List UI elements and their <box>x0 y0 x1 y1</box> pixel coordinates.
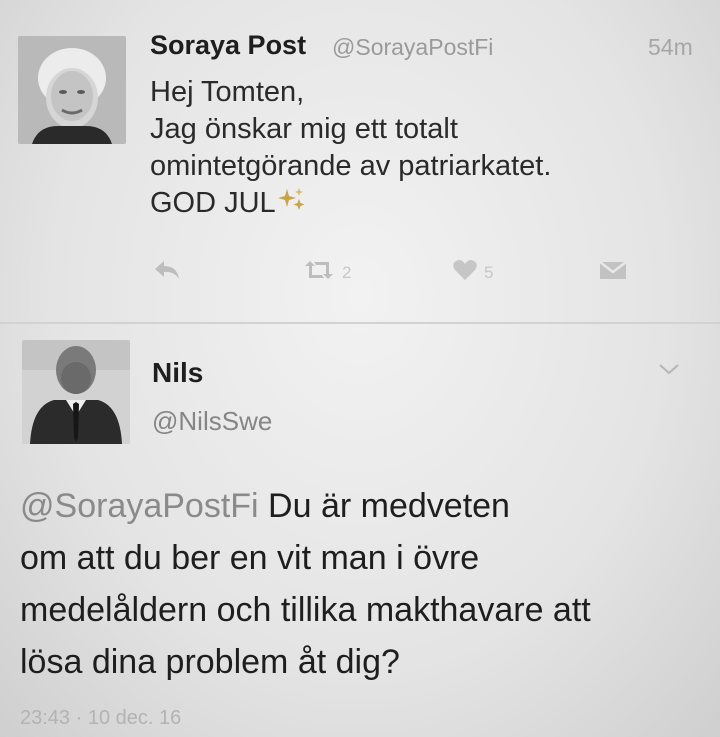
tweet-line: @SorayaPostFi Du är medveten <box>20 480 710 532</box>
mention-link[interactable]: @SorayaPostFi <box>20 487 259 525</box>
tweet-line: GOD JUL <box>150 187 276 219</box>
tweet-soraya: Soraya Post @SorayaPostFi 54m Hej Tomten… <box>0 0 720 325</box>
retweet-count: 2 <box>342 262 352 282</box>
screenshot: Soraya Post @SorayaPostFi 54m Hej Tomten… <box>0 0 720 737</box>
tweet-line: lösa dina problem åt dig? <box>20 643 400 681</box>
tweet-divider <box>0 322 720 324</box>
tweet-line-text: Du är medveten <box>258 487 510 525</box>
tweet-line-last: GOD JUL <box>150 185 690 223</box>
author-name[interactable]: Nils <box>152 357 203 389</box>
tweet-line: omintetgörande av patriarkatet. <box>150 150 552 182</box>
tweet-timestamp[interactable]: 23:43 · 10 dec. 16 <box>20 707 181 730</box>
dm-button[interactable] <box>598 258 628 287</box>
author-handle[interactable]: @NilsSwe <box>152 406 272 437</box>
like-button[interactable]: 5 <box>452 258 493 287</box>
tweet-actions: 2 5 <box>0 258 720 298</box>
tweet-line: Jag önskar mig ett totalt <box>150 113 458 145</box>
avatar[interactable] <box>18 36 126 144</box>
tweet-line: om att du ber en vit man i övre <box>20 539 480 577</box>
retweet-icon <box>302 258 336 287</box>
tweet-text: Hej Tomten, Jag önskar mig ett totalt om… <box>150 74 690 223</box>
tweet-line: Hej Tomten, <box>150 76 305 108</box>
author-handle[interactable]: @SorayaPostFi <box>332 34 493 61</box>
chevron-down-icon[interactable] <box>658 362 680 381</box>
reply-icon <box>152 258 182 287</box>
avatar[interactable] <box>22 340 130 444</box>
retweet-button[interactable]: 2 <box>302 258 351 287</box>
tweet-line: medelåldern och tillika makthavare att <box>20 591 591 629</box>
like-count: 5 <box>484 262 494 282</box>
tweet-time[interactable]: 54m <box>648 34 693 61</box>
heart-icon <box>452 258 478 287</box>
tweet-text: @SorayaPostFi Du är medveten om att du b… <box>20 480 710 688</box>
sparkles-icon <box>277 186 306 223</box>
reply-button[interactable] <box>152 258 182 287</box>
envelope-icon <box>598 258 628 287</box>
author-name[interactable]: Soraya Post <box>150 30 306 61</box>
